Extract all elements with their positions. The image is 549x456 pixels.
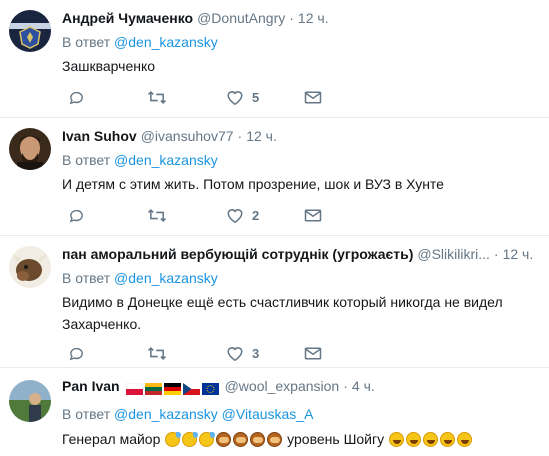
reply-context: В ответ @den_kazansky @Vitauskas_A bbox=[62, 406, 313, 422]
tears-of-joy-emoji-icon bbox=[423, 432, 439, 447]
mention-link[interactable]: @Vitauskas_A bbox=[222, 406, 314, 422]
direct-message-icon bbox=[304, 347, 322, 359]
timestamp[interactable]: 12 ч. bbox=[503, 246, 534, 262]
timestamp[interactable]: 12 ч. bbox=[246, 128, 277, 144]
reply-icon bbox=[69, 91, 83, 104]
tweet[interactable]: Ivan Suhov @ivansuhov77 · 12 ч. В ответ @de… bbox=[0, 118, 549, 236]
like-icon bbox=[227, 346, 243, 361]
avatar[interactable] bbox=[9, 10, 51, 52]
handle[interactable]: @Slikilikri... bbox=[417, 246, 490, 262]
grinning-sweat-emoji-icon bbox=[182, 432, 199, 447]
eu-flag-icon bbox=[201, 383, 219, 396]
handle[interactable]: @wool_expansion bbox=[225, 378, 340, 394]
see-no-evil-monkey-emoji-icon bbox=[267, 432, 283, 447]
separator-dot: · bbox=[237, 128, 243, 144]
reply-icon bbox=[69, 347, 83, 360]
avatar[interactable] bbox=[9, 246, 51, 288]
tweet-header: Pan Ivan @wool_expansion · 4 ч. bbox=[62, 378, 375, 396]
handle[interactable]: @DonutAngry bbox=[197, 10, 285, 26]
retweet-button[interactable] bbox=[147, 205, 167, 225]
reply-prefix: В ответ bbox=[62, 406, 111, 422]
separator-dot: · bbox=[343, 378, 348, 394]
flag-emojis bbox=[125, 380, 221, 396]
tweet-text: Видимо в Донецке ещё есть счастливчик ко… bbox=[62, 294, 503, 332]
tweet-header: пан аморальний вербующій сотруднік (угро… bbox=[62, 246, 533, 262]
direct-message-button[interactable] bbox=[304, 343, 322, 363]
tweet[interactable]: пан аморальний вербующій сотруднік (угро… bbox=[0, 236, 549, 368]
see-no-evil-monkey-emoji-icon bbox=[233, 432, 249, 447]
tweet-text-mid: уровень Шойгу bbox=[287, 431, 385, 447]
direct-message-icon bbox=[304, 209, 322, 221]
like-button[interactable]: 3 bbox=[226, 343, 259, 363]
like-count: 5 bbox=[252, 89, 260, 105]
retweet-icon bbox=[147, 90, 167, 104]
lithuania-flag-icon bbox=[144, 383, 162, 396]
mention-link[interactable]: @den_kazansky bbox=[114, 406, 218, 422]
reply-prefix: В ответ bbox=[62, 152, 111, 168]
retweet-button[interactable] bbox=[147, 87, 167, 107]
see-no-evil-monkey-emoji-icon bbox=[250, 432, 266, 447]
direct-message-icon bbox=[304, 91, 322, 103]
tweet-header: Ivan Suhov @ivansuhov77 · 12 ч. bbox=[62, 128, 277, 144]
direct-message-button[interactable] bbox=[304, 205, 322, 225]
like-icon bbox=[227, 208, 243, 223]
tears-of-joy-emoji-icon bbox=[440, 432, 456, 447]
grinning-sweat-emoji-icon bbox=[165, 432, 182, 447]
tweet[interactable]: Pan Ivan @wool_expansion · 4 ч. В ответ @d… bbox=[0, 368, 549, 456]
tears-of-joy-emoji-icon bbox=[457, 432, 473, 447]
tweet[interactable]: Андрей Чумаченко @DonutAngry · 12 ч. В отве… bbox=[0, 0, 549, 118]
direct-message-button[interactable] bbox=[304, 87, 322, 107]
germany-flag-icon bbox=[163, 383, 181, 396]
reply-button[interactable] bbox=[68, 343, 85, 363]
display-name[interactable]: Pan Ivan bbox=[62, 378, 120, 394]
reply-context: В ответ @den_kazansky bbox=[62, 152, 218, 168]
see-no-evil-monkey-emoji-icon bbox=[216, 432, 232, 447]
avatar[interactable] bbox=[9, 128, 51, 170]
tears-of-joy-emoji-icon bbox=[406, 432, 422, 447]
retweet-icon bbox=[147, 208, 167, 222]
reply-button[interactable] bbox=[68, 87, 85, 107]
timestamp[interactable]: 4 ч. bbox=[352, 378, 375, 394]
reply-prefix: В ответ bbox=[62, 270, 111, 286]
avatar[interactable] bbox=[9, 380, 51, 422]
mention-link[interactable]: @den_kazansky bbox=[114, 34, 218, 50]
tweet-text: И детям с этим жить. Потом прозрение, шо… bbox=[62, 176, 444, 192]
tweet-text: Зашкварченко bbox=[62, 58, 156, 74]
like-count: 2 bbox=[252, 207, 260, 223]
tweet-header: Андрей Чумаченко @DonutAngry · 12 ч. bbox=[62, 10, 329, 26]
tweet-text: Генерал майор уровень Шойгу bbox=[62, 428, 532, 450]
display-name[interactable]: Андрей Чумаченко bbox=[62, 10, 193, 26]
reply-prefix: В ответ bbox=[62, 34, 111, 50]
like-button[interactable]: 2 bbox=[226, 205, 259, 225]
separator-dot: · bbox=[493, 246, 499, 262]
like-button[interactable]: 5 bbox=[226, 87, 259, 107]
mention-link[interactable]: @den_kazansky bbox=[114, 152, 218, 168]
separator-dot: · bbox=[289, 10, 294, 26]
display-name[interactable]: пан аморальний вербующій сотруднік (угро… bbox=[62, 246, 413, 262]
reply-button[interactable] bbox=[68, 205, 85, 225]
mention-link[interactable]: @den_kazansky bbox=[114, 270, 218, 286]
like-icon bbox=[227, 90, 243, 105]
retweet-button[interactable] bbox=[147, 343, 167, 363]
czech-flag-icon bbox=[182, 383, 200, 396]
reply-context: В ответ @den_kazansky bbox=[62, 270, 218, 286]
like-count: 3 bbox=[252, 345, 260, 361]
reply-context: В ответ @den_kazansky bbox=[62, 34, 218, 50]
tears-of-joy-emoji-icon bbox=[389, 432, 405, 447]
reply-icon bbox=[69, 209, 83, 222]
tweet-text-start: Генерал майор bbox=[62, 431, 161, 447]
retweet-icon bbox=[147, 346, 167, 360]
timestamp[interactable]: 12 ч. bbox=[298, 10, 329, 26]
grinning-sweat-emoji-icon bbox=[199, 432, 216, 447]
display-name[interactable]: Ivan Suhov bbox=[62, 128, 137, 144]
poland-flag-icon bbox=[125, 383, 143, 396]
handle[interactable]: @ivansuhov77 bbox=[141, 128, 234, 144]
